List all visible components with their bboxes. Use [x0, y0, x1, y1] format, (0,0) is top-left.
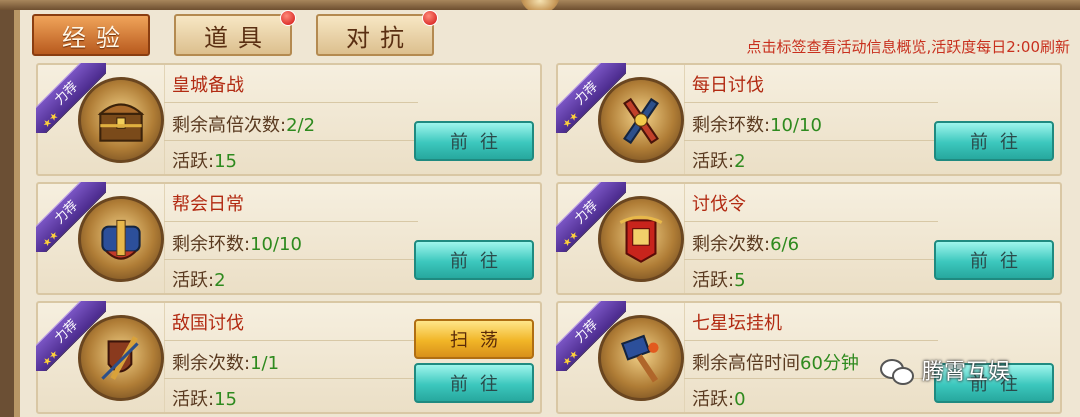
activity-card-guild-daily: 力荐 ★★ 帮会日常 剩余环数:10/10 活跃:2 前往 — [36, 182, 542, 295]
activity-title: 敌国讨伐 — [172, 313, 244, 334]
remaining-label: 剩余高倍次数: — [172, 115, 287, 136]
activity-points-label: 活跃: — [692, 389, 735, 410]
activity-card-enemy-crusade: 力荐 ★★ 敌国讨伐 剩余次数:1/1 活跃:15 扫荡 前往 — [36, 301, 542, 414]
activity-card-crusade-order: 力荐 ★★ 讨伐令 剩余次数:6/6 活跃:5 前往 — [556, 182, 1062, 295]
go-button[interactable]: 前往 — [934, 240, 1054, 280]
go-button[interactable]: 前往 — [934, 121, 1054, 161]
wechat-icon — [878, 355, 914, 385]
activity-points-value: 2 — [734, 151, 746, 172]
watermark-text: 腾霄互娱 — [922, 360, 1011, 385]
remaining-value: 10/10 — [250, 234, 302, 255]
activity-card-imperial-war: 力荐 ★★ 皇城备战 剩余高倍次数:2/2 活跃:15 前往 — [36, 63, 542, 176]
activity-points-value: 5 — [734, 270, 746, 291]
watermark: 腾霄互娱 — [878, 350, 1010, 390]
activity-points-value: 2 — [214, 270, 226, 291]
tab-label: 道具 — [204, 23, 272, 52]
go-button[interactable]: 前往 — [414, 363, 534, 403]
activity-points-label: 活跃: — [692, 151, 735, 172]
go-button[interactable]: 前往 — [414, 121, 534, 161]
recommended-ribbon: 力荐 ★★ — [556, 63, 626, 133]
activity-points-value: 15 — [214, 389, 237, 410]
activity-points-label: 活跃: — [172, 389, 215, 410]
activity-title: 每日讨伐 — [692, 75, 764, 96]
recommended-ribbon: 力荐 ★★ — [556, 301, 626, 371]
activity-points-value: 0 — [734, 389, 746, 410]
activity-card-daily-crusade: 力荐 ★★ 每日讨伐 剩余环数:10/10 活跃:2 前往 — [556, 63, 1062, 176]
activity-points-label: 活跃: — [172, 270, 215, 291]
remaining-value: 1/1 — [250, 353, 280, 374]
activity-points-label: 活跃: — [172, 151, 215, 172]
remaining-label: 剩余高倍时间 — [692, 353, 800, 374]
remaining-value: 2/2 — [286, 115, 316, 136]
go-button[interactable]: 前往 — [414, 240, 534, 280]
activity-points-label: 活跃: — [692, 270, 735, 291]
activity-title: 讨伐令 — [692, 194, 746, 215]
activity-title: 帮会日常 — [172, 194, 244, 215]
red-dot-badge-icon — [280, 10, 296, 26]
remaining-label: 剩余次数: — [692, 234, 771, 255]
recommended-ribbon: 力荐 ★★ — [36, 301, 106, 371]
recommended-ribbon: 力荐 ★★ — [556, 182, 626, 252]
activity-points-value: 15 — [214, 151, 237, 172]
sweep-button[interactable]: 扫荡 — [414, 319, 534, 359]
remaining-label: 剩余环数: — [692, 115, 771, 136]
tab-label: 对抗 — [346, 23, 414, 52]
activity-title: 七星坛挂机 — [692, 313, 782, 334]
remaining-label: 剩余环数: — [172, 234, 251, 255]
remaining-value: 10/10 — [770, 115, 822, 136]
remaining-value: 6/6 — [770, 234, 800, 255]
refresh-hint: 点击标签查看活动信息概览,活跃度每日2:00刷新 — [746, 38, 1070, 56]
tab-experience[interactable]: 经验 — [32, 14, 150, 56]
recommended-ribbon: 力荐 ★★ — [36, 63, 106, 133]
tab-items[interactable]: 道具 — [174, 10, 296, 56]
tab-pvp[interactable]: 对抗 — [316, 10, 438, 56]
red-dot-badge-icon — [422, 10, 438, 26]
recommended-ribbon: 力荐 ★★ — [36, 182, 106, 252]
remaining-value: 60分钟 — [800, 353, 859, 374]
activity-title: 皇城备战 — [172, 75, 244, 96]
tab-label: 经验 — [62, 23, 130, 52]
remaining-label: 剩余次数: — [172, 353, 251, 374]
